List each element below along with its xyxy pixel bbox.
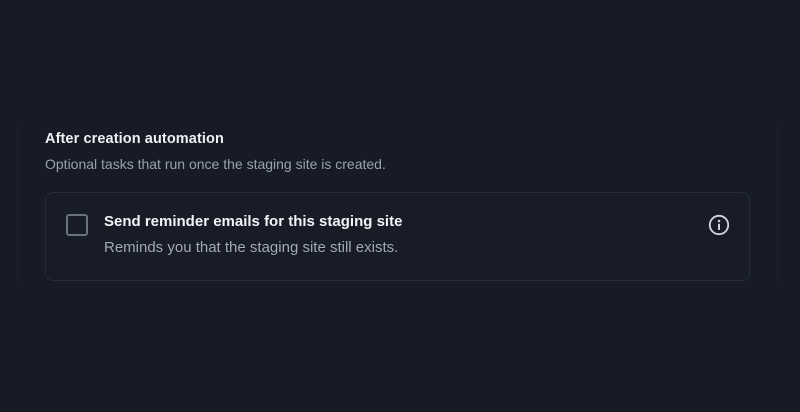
section-description: Optional tasks that run once the staging… xyxy=(45,156,386,172)
info-icon[interactable] xyxy=(708,214,730,236)
option-description: Reminds you that the staging site still … xyxy=(104,239,399,256)
reminder-email-checkbox[interactable] xyxy=(66,214,88,236)
reminder-email-option[interactable]: Send reminder emails for this staging si… xyxy=(45,192,750,281)
option-label: Send reminder emails for this staging si… xyxy=(104,213,403,230)
section-title: After creation automation xyxy=(45,131,224,147)
